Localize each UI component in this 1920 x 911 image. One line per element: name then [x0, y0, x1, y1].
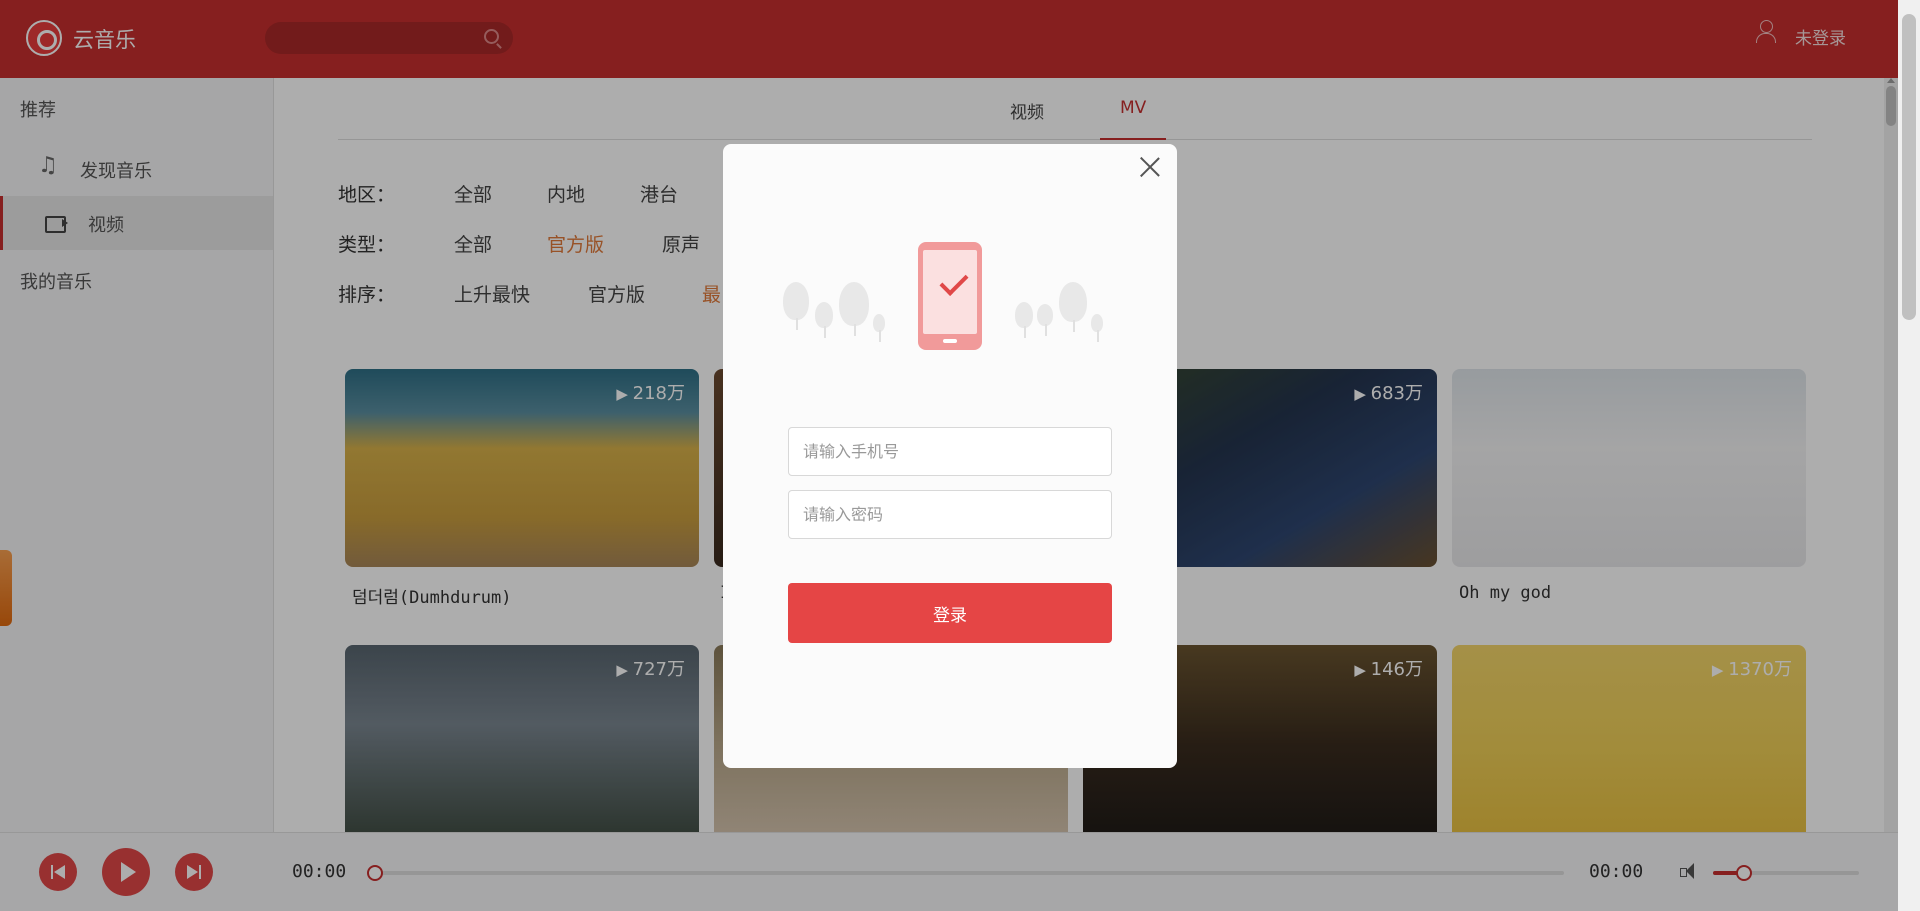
phone-input[interactable] [788, 427, 1112, 476]
tree-decoration [1037, 304, 1053, 336]
tree-decoration [783, 282, 809, 330]
tree-decoration [1091, 314, 1103, 342]
password-input[interactable] [788, 490, 1112, 539]
tree-decoration [1015, 302, 1033, 338]
phone-screen [923, 250, 977, 334]
page-scrollbar-thumb[interactable] [1902, 14, 1916, 320]
close-icon[interactable] [1137, 154, 1163, 180]
login-modal: 登录 [723, 144, 1177, 768]
phone-home-button [943, 339, 957, 343]
tree-decoration [839, 282, 869, 336]
login-button[interactable]: 登录 [788, 583, 1112, 643]
tree-decoration [873, 314, 885, 342]
phone-check-icon [918, 242, 982, 350]
page-scrollbar[interactable] [1898, 0, 1920, 911]
tree-decoration [815, 302, 833, 338]
tree-decoration [1059, 282, 1087, 332]
